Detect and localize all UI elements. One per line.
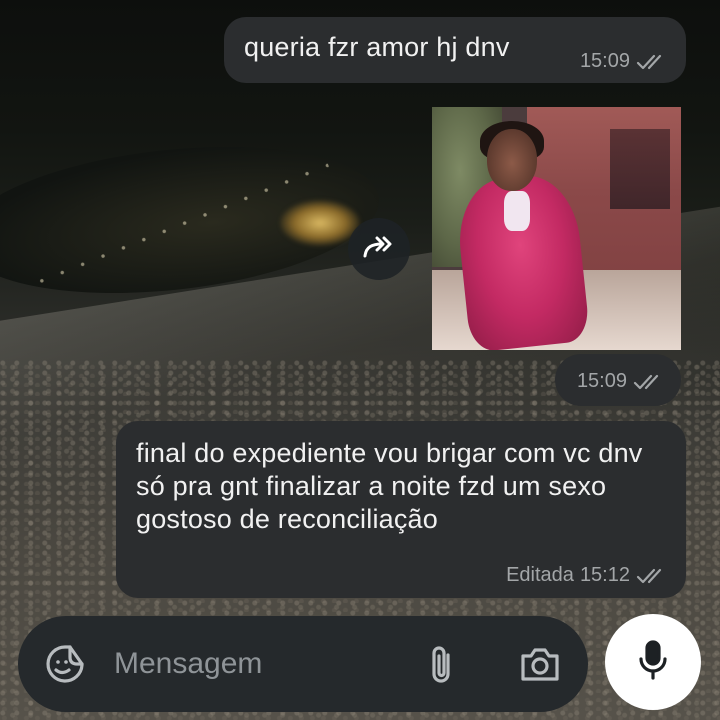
message-time: 15:09 [579, 50, 630, 72]
message-text: final do expediente vou brigar com vc dn… [136, 438, 643, 534]
wallpaper-light-reflection [280, 200, 360, 246]
media-gif-message[interactable] [432, 107, 681, 350]
message-time: 15:12 [579, 564, 630, 586]
paperclip-icon[interactable] [426, 643, 458, 690]
message-input[interactable]: Mensagem [114, 647, 262, 681]
message-time: 15:09 [576, 370, 627, 392]
message-meta: Editada 15:12 [506, 564, 668, 587]
double-check-icon [633, 373, 665, 391]
message-meta: 15:09 [580, 50, 668, 73]
message-meta: 15:09 [577, 370, 665, 393]
double-check-icon [636, 567, 668, 585]
media-time-bubble: 15:09 [555, 354, 681, 406]
camera-icon[interactable] [518, 644, 562, 689]
forward-button[interactable] [348, 218, 410, 280]
sticker-icon[interactable] [44, 643, 86, 690]
forward-arrow-icon [362, 234, 396, 265]
message-composer: Mensagem [18, 616, 588, 712]
voice-record-button[interactable] [605, 614, 701, 710]
outgoing-message-bubble[interactable]: queria fzr amor hj dnv 15:09 [224, 17, 686, 83]
microphone-icon [638, 639, 668, 686]
double-check-icon [636, 53, 668, 71]
edited-label: Editada [506, 564, 574, 586]
outgoing-message-bubble[interactable]: final do expediente vou brigar com vc dn… [116, 421, 686, 598]
